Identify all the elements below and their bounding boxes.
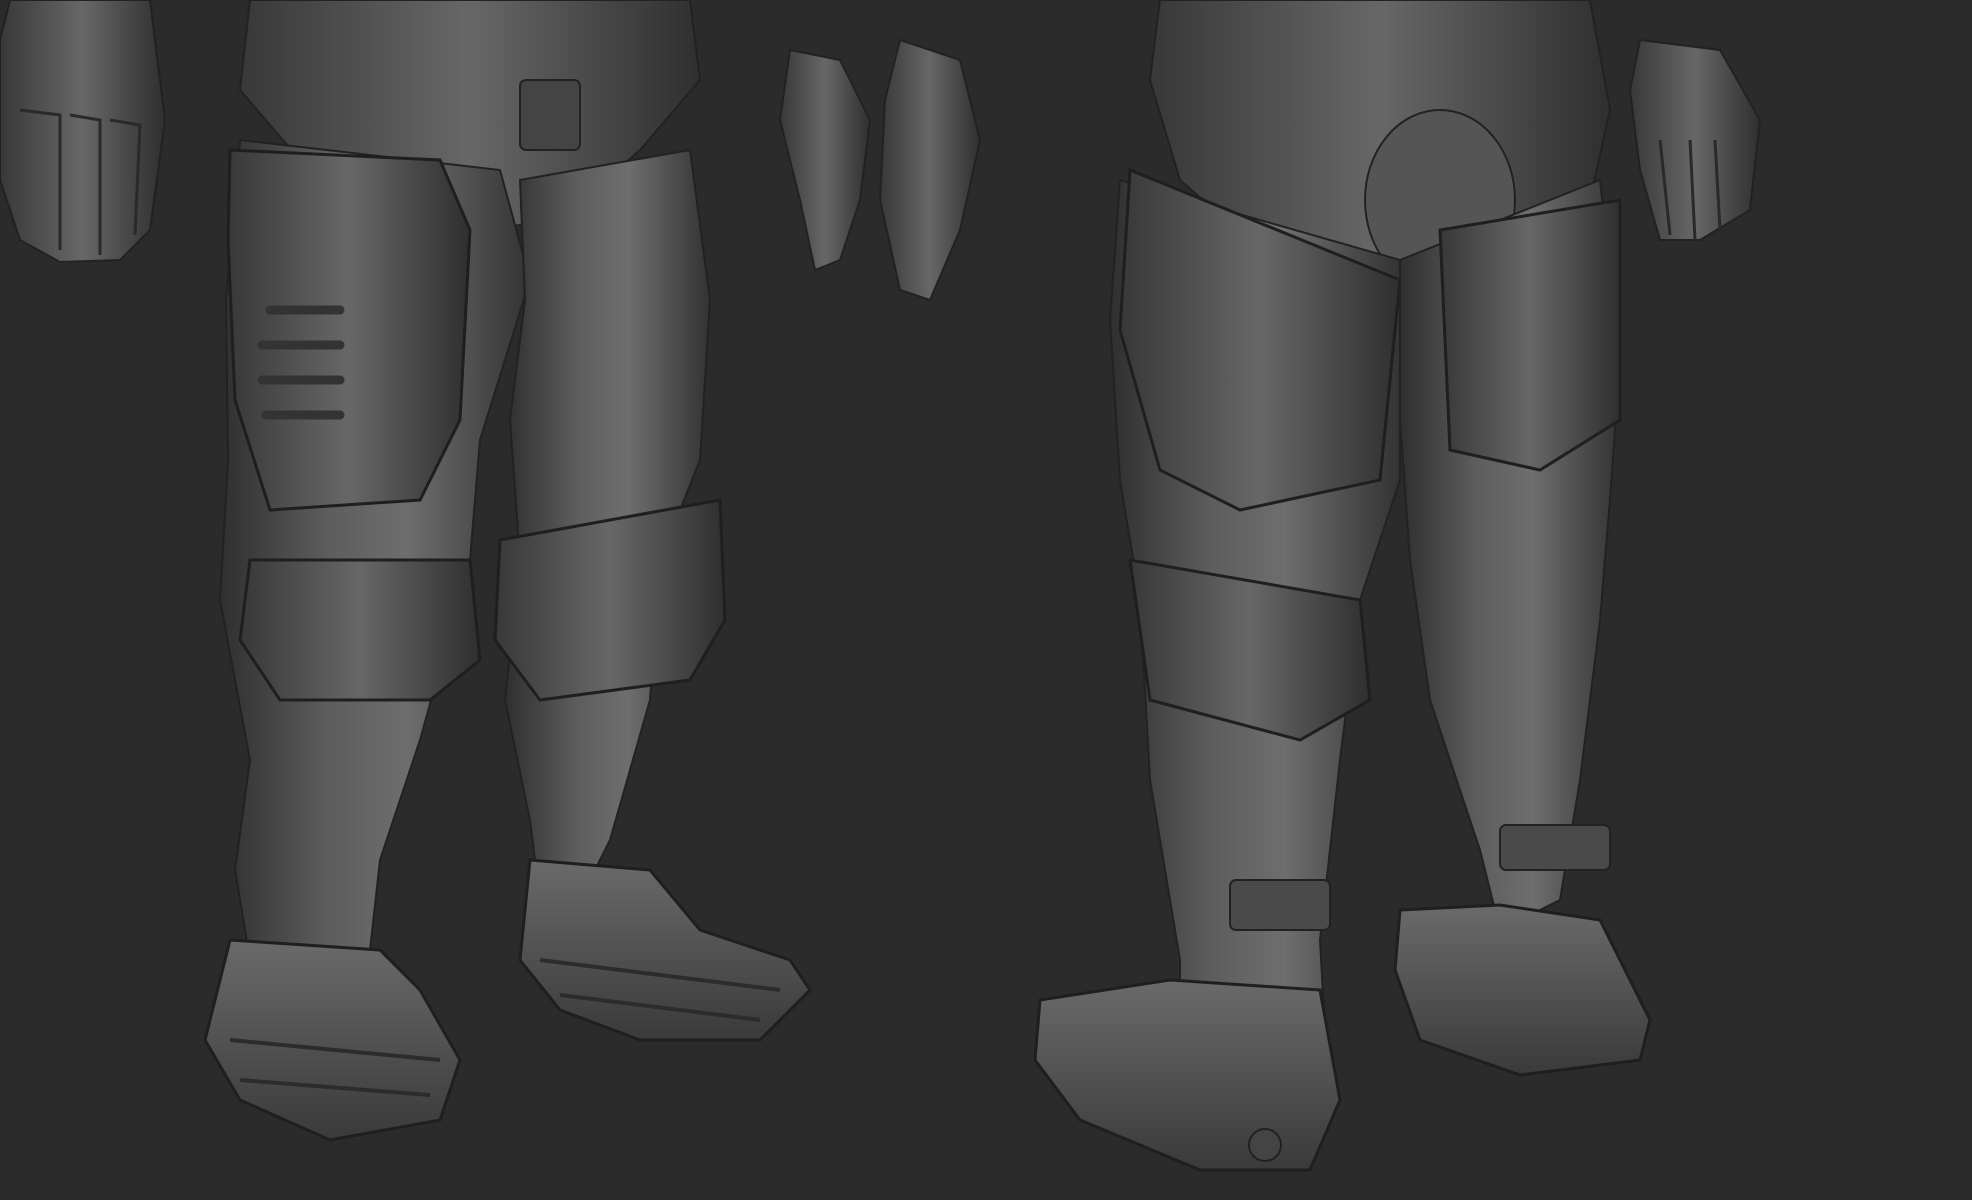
front-left-thigh-plate [226,148,472,512]
back-left-strap [1229,879,1331,931]
back-right-strap [1499,824,1611,871]
front-left-knee [238,558,482,702]
armor-render-viewport [0,0,1972,1200]
back-right-thigh-plate [1438,198,1622,472]
front-buckle [519,79,581,151]
front-left-hand [0,0,167,264]
